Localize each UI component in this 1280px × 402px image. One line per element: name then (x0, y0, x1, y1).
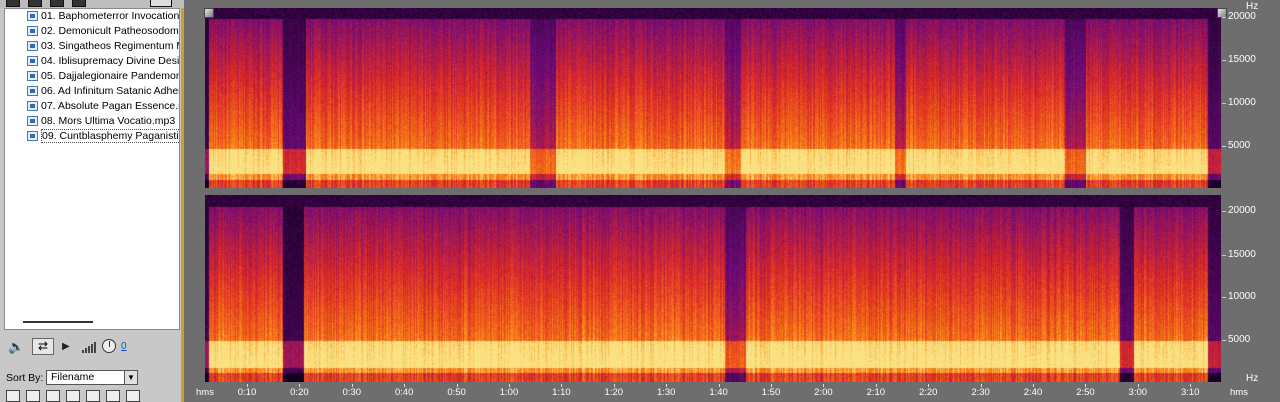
tool-button-2[interactable] (26, 390, 40, 402)
time-tick-label: 2:50 (1076, 387, 1095, 398)
hz-tick-label: 5000 (1221, 140, 1251, 151)
spectrogram-image (205, 8, 1221, 188)
file-item-label: 05. Dajjalegionaire Pandemonium (41, 70, 179, 82)
file-item[interactable]: 01. Baphometerror Invocation.mp3 (5, 9, 179, 24)
time-tick-label: 1:20 (604, 387, 624, 398)
file-item[interactable]: 05. Dajjalegionaire Pandemonium (5, 69, 179, 84)
file-item[interactable]: 04. Iblisupremacy Divine Desimar (5, 54, 179, 69)
spectrogram-channel-left[interactable] (205, 8, 1221, 188)
tool-button-6[interactable] (106, 390, 120, 402)
audio-file-icon (27, 131, 38, 141)
sort-select[interactable]: Filename ▼ (46, 370, 138, 385)
spectrogram-image (205, 195, 1221, 382)
tool-button-5[interactable] (86, 390, 100, 402)
tool-button-1[interactable] (6, 390, 20, 402)
volume-knob[interactable] (102, 339, 116, 353)
time-tick-label: 1:50 (761, 387, 781, 398)
file-item-label: 03. Singatheos Regimentum Mas (41, 40, 179, 52)
time-tick-label: 3:10 (1180, 387, 1200, 398)
file-item[interactable]: 06. Ad Infinitum Satanic Adheren (5, 84, 179, 99)
time-unit-label-end: hms (1230, 387, 1248, 398)
file-item-label: 08. Mors Ultima Vocatio.mp3 (41, 115, 176, 127)
toolbar-button-1[interactable] (6, 0, 20, 7)
hz-tick-label: 5000 (1221, 334, 1251, 345)
time-tick-label: 0:30 (342, 387, 362, 398)
toolbar-button-5[interactable] (150, 0, 172, 7)
hz-unit-label: Hz (1246, 373, 1259, 384)
time-tick-label: 1:10 (552, 387, 571, 398)
time-tick-label: 1:40 (709, 387, 728, 398)
hz-tick-label: 10000 (1222, 291, 1256, 302)
volume-value[interactable]: 0 (121, 341, 127, 352)
speaker-icon[interactable]: 🔈 (8, 339, 24, 355)
audio-file-icon (27, 101, 38, 111)
audio-file-icon (27, 11, 38, 21)
file-item[interactable]: 08. Mors Ultima Vocatio.mp3 (5, 114, 179, 129)
time-tick-label: 0:40 (394, 387, 414, 398)
loop-icon: ⇄ (37, 339, 49, 353)
tool-button-7[interactable] (126, 390, 140, 402)
time-tick-label: 2:10 (866, 387, 886, 398)
time-tick-label: 1:30 (656, 387, 676, 398)
time-tick-label: 0:50 (447, 387, 466, 398)
files-toolbar (0, 0, 184, 8)
files-panel: 01. Baphometerror Invocation.mp3 02. Dem… (0, 0, 184, 402)
hz-tick-label: 20000 (1222, 11, 1256, 22)
time-tick-label: 3:00 (1128, 387, 1148, 398)
audio-file-icon (27, 41, 38, 51)
zoom-handle-left[interactable] (204, 8, 214, 18)
spectrogram-channel-right[interactable] (205, 195, 1221, 382)
volume-icon (82, 341, 98, 353)
bottom-toolbar (6, 390, 182, 402)
time-tick-label: 0:20 (290, 387, 309, 398)
play-icon[interactable]: ▶ (62, 339, 70, 355)
chevron-down-icon[interactable]: ▼ (124, 371, 137, 384)
audio-file-icon (27, 26, 38, 36)
file-item-label: 09. Cuntblasphemy Paganistic Bl (41, 129, 179, 143)
toolbar-button-4[interactable] (72, 0, 86, 7)
hz-tick-label: 10000 (1222, 97, 1256, 108)
time-tick-label: 2:30 (971, 387, 990, 398)
file-item-label: 02. Demonicult Patheosodomizat (41, 25, 179, 37)
time-ruler[interactable]: hms 0:10 0:20 0:30 0:40 0:50 1:00 1:10 1:20 1:30… (184, 384, 1248, 402)
time-tick-label: 2:00 (814, 387, 833, 398)
frequency-ruler-top: Hz 20000 15000 10000 5000 (1221, 1, 1280, 188)
time-tick-label: 0:10 (237, 387, 257, 398)
toolbar-button-2[interactable] (28, 0, 42, 7)
toolbar-button-3[interactable] (50, 0, 64, 7)
audio-file-icon (27, 116, 38, 126)
spectral-frequency-display[interactable]: Hz 20000 15000 10000 5000 20000 15000 10… (184, 0, 1280, 402)
file-item-label: 04. Iblisupremacy Divine Desimar (41, 55, 179, 67)
hz-tick-label: 15000 (1222, 54, 1256, 65)
sort-label: Sort By: (6, 372, 44, 384)
tool-button-4[interactable] (66, 390, 80, 402)
tool-button-3[interactable] (46, 390, 60, 402)
file-item[interactable]: 07. Absolute Pagan Essence.mp (5, 99, 179, 114)
horizontal-scrollbar[interactable] (23, 321, 93, 323)
file-item-label: 07. Absolute Pagan Essence.mp (41, 100, 179, 112)
sort-select-value: Filename (51, 371, 95, 383)
time-tick-label: 2:40 (1023, 387, 1043, 398)
hz-tick-label: 20000 (1222, 205, 1256, 216)
time-tick-label: 2:20 (918, 387, 938, 398)
file-item-selected[interactable]: 09. Cuntblasphemy Paganistic Bl (5, 129, 179, 144)
transport-controls: 🔈 ⇄ ▶ 0 (4, 336, 180, 358)
file-item[interactable]: 03. Singatheos Regimentum Mas (5, 39, 179, 54)
loop-button[interactable]: ⇄ (32, 338, 54, 355)
hz-tick-label: 15000 (1222, 249, 1256, 260)
audio-file-icon (27, 71, 38, 81)
file-item[interactable]: 02. Demonicult Patheosodomizat (5, 24, 179, 39)
file-item-label: 01. Baphometerror Invocation.mp3 (41, 10, 179, 22)
time-unit-label: hms (196, 387, 214, 398)
audio-file-icon (27, 86, 38, 96)
sort-row: Sort By: Filename ▼ (6, 370, 182, 386)
file-list[interactable]: 01. Baphometerror Invocation.mp3 02. Dem… (4, 8, 180, 330)
audio-file-icon (27, 56, 38, 66)
time-tick-label: 1:00 (499, 387, 519, 398)
frequency-ruler-bottom: 20000 15000 10000 5000 Hz (1221, 195, 1280, 384)
file-item-label: 06. Ad Infinitum Satanic Adheren (41, 85, 179, 97)
